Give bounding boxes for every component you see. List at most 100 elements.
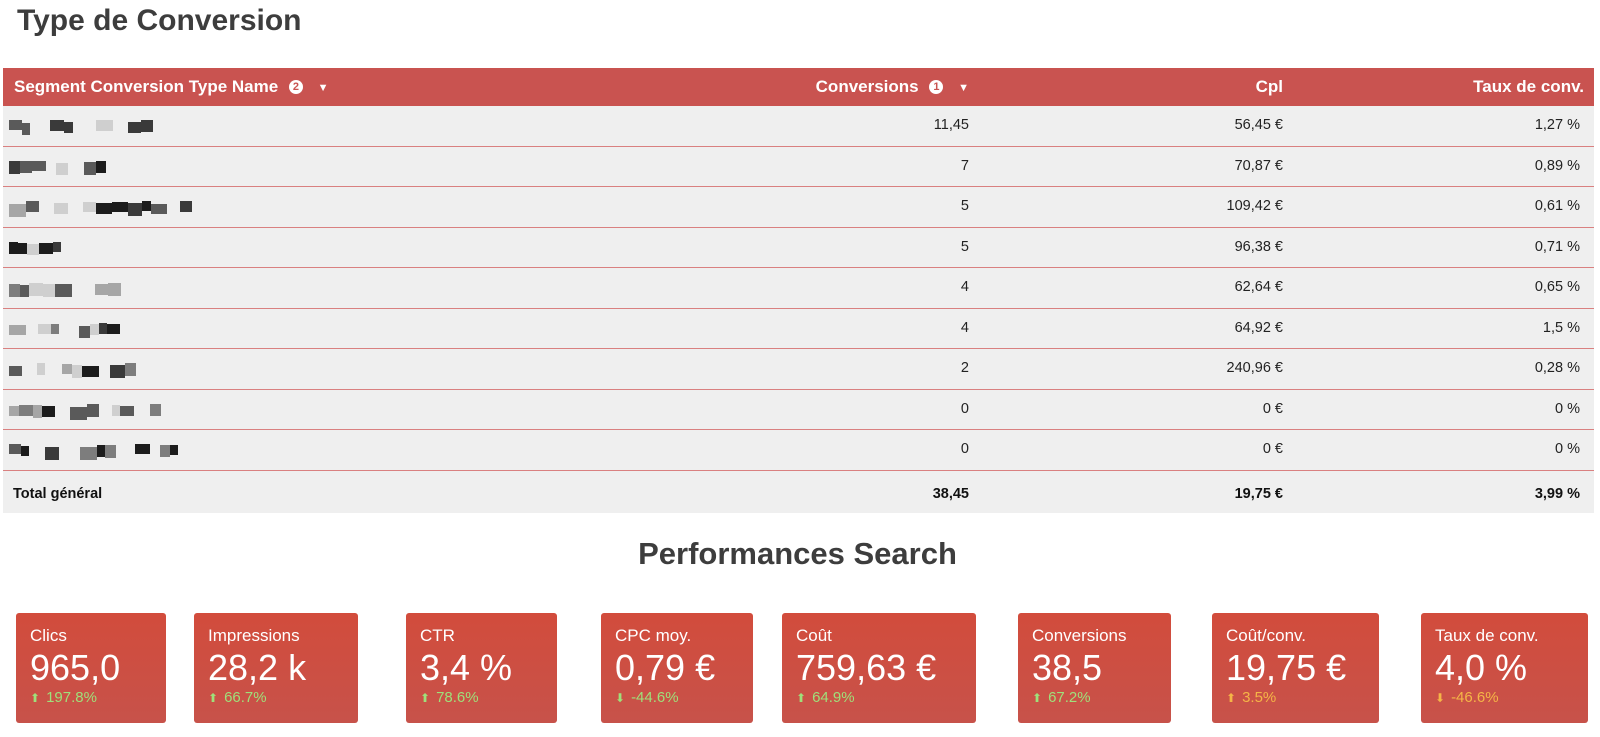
redaction-pixel	[9, 204, 26, 217]
cell-conversions: 5	[960, 238, 969, 255]
redacted-segment-name	[3, 187, 221, 227]
kpi-value: 19,75 €	[1226, 647, 1347, 688]
column-header-conversion-rate[interactable]: Taux de conv.	[1473, 68, 1584, 106]
column-header-cpl[interactable]: Cpl	[1256, 68, 1283, 106]
table-body: 11,45 56,45 € 1,27 % 7 70,87 € 0,89 % 5 …	[3, 106, 1594, 471]
redaction-pixel	[9, 284, 20, 297]
section-title-performances-search: Performances Search	[638, 536, 957, 571]
redaction-pixel	[55, 284, 72, 297]
cell-cpl: 240,96 €	[1226, 360, 1283, 376]
cell-cpl: 109,42 €	[1226, 198, 1283, 214]
kpi-delta: ⬆ 66.7%	[208, 689, 267, 706]
trend-arrow-icon: ⬆	[796, 691, 807, 705]
kpi-card-cout-conv[interactable]: Coût/conv. 19,75 € ⬆ 3.5%	[1212, 613, 1379, 723]
kpi-card-conversions[interactable]: Conversions 38,5 ⬆ 67.2%	[1018, 613, 1171, 723]
redaction-pixel	[160, 445, 170, 457]
kpi-label: Taux de conv.	[1435, 626, 1539, 645]
kpi-label: Coût	[796, 626, 832, 645]
kpi-delta-value: 78.6%	[436, 689, 479, 706]
cell-cpl: 0 €	[1262, 441, 1283, 457]
redaction-pixel	[56, 162, 68, 175]
redaction-pixel	[108, 283, 121, 296]
redacted-segment-name	[3, 309, 221, 349]
cell-conversions: 0	[960, 400, 969, 417]
sort-priority-badge: 2	[288, 79, 303, 94]
cell-conversion-rate: 1,5 %	[1542, 319, 1580, 336]
redaction-pixel	[39, 242, 53, 254]
redaction-pixel	[125, 363, 136, 376]
redaction-pixel	[18, 242, 27, 254]
redaction-pixel	[95, 284, 108, 295]
redaction-pixel	[43, 284, 55, 297]
redaction-pixel	[141, 120, 153, 132]
cell-cpl: 56,45 €	[1234, 117, 1283, 133]
kpi-delta: ⬆ 64.9%	[796, 689, 855, 706]
table-row[interactable]: 2 240,96 € 0,28 %	[3, 349, 1594, 390]
total-conversion-rate: 3,99 %	[1534, 485, 1580, 502]
redaction-pixel	[96, 120, 113, 131]
table-row[interactable]: 4 64,92 € 1,5 %	[3, 309, 1594, 349]
redaction-pixel	[33, 404, 42, 418]
cell-conversion-rate: 0 %	[1555, 441, 1580, 457]
cell-cpl: 0 €	[1262, 400, 1283, 417]
cell-cpl: 96,38 €	[1234, 238, 1283, 255]
redacted-segment-name	[3, 147, 221, 187]
redaction-pixel	[128, 203, 142, 216]
redaction-pixel	[112, 404, 120, 416]
cell-conversions: 5	[960, 198, 969, 214]
trend-arrow-icon: ⬆	[1032, 691, 1043, 705]
redaction-pixel	[83, 202, 96, 212]
kpi-card-taux-de-conv[interactable]: Taux de conv. 4,0 % ⬇ -46.6%	[1421, 613, 1588, 723]
redaction-pixel	[150, 403, 161, 416]
redaction-pixel	[79, 325, 90, 338]
redacted-segment-name	[3, 268, 221, 308]
redaction-pixel	[128, 122, 141, 133]
kpi-label: Conversions	[1032, 626, 1127, 645]
table-header: Segment Conversion Type Name 2 ▼ Convers…	[3, 68, 1594, 106]
kpi-label: CTR	[420, 626, 455, 645]
kpi-card-cpc-moy[interactable]: CPC moy. 0,79 € ⬇ -44.6%	[601, 613, 753, 723]
table-row[interactable]: 11,45 56,45 € 1,27 %	[3, 106, 1594, 147]
table-row[interactable]: 5 109,42 € 0,61 %	[3, 187, 1594, 228]
redaction-pixel	[99, 322, 107, 334]
redaction-pixel	[96, 203, 112, 214]
kpi-card-impressions[interactable]: Impressions 28,2 k ⬆ 66.7%	[194, 613, 358, 723]
redaction-pixel	[9, 444, 21, 454]
column-header-conversions[interactable]: Conversions 1 ▼	[816, 68, 969, 106]
kpi-card-ctr[interactable]: CTR 3,4 % ⬆ 78.6%	[406, 613, 557, 723]
cell-conversion-rate: 0,61 %	[1534, 198, 1580, 214]
kpi-delta-value: 64.9%	[812, 689, 855, 706]
kpi-delta: ⬇ -46.6%	[1435, 689, 1499, 706]
table-row[interactable]: 4 62,64 € 0,65 %	[3, 268, 1594, 309]
table-row[interactable]: 0 0 € 0 %	[3, 430, 1594, 471]
redaction-pixel	[72, 365, 82, 378]
kpi-value: 28,2 k	[208, 647, 307, 688]
sort-caret-down-icon[interactable]: ▼	[318, 69, 329, 107]
table-total-row: Total général 38,45 19,75 € 3,99 %	[3, 471, 1594, 513]
kpi-card-clics[interactable]: Clics 965,0 ⬆ 197.8%	[16, 613, 166, 723]
kpi-label: Clics	[30, 626, 67, 645]
sort-caret-down-icon[interactable]: ▼	[958, 69, 969, 107]
redaction-pixel	[87, 403, 99, 417]
redacted-segment-name	[3, 349, 221, 389]
trend-arrow-icon: ⬆	[208, 691, 219, 705]
sort-priority-badge: 1	[929, 79, 944, 94]
table-row[interactable]: 7 70,87 € 0,89 %	[3, 147, 1594, 187]
redaction-pixel	[64, 122, 73, 133]
table-row[interactable]: 5 96,38 € 0,71 %	[3, 228, 1594, 268]
column-header-segment-name[interactable]: Segment Conversion Type Name 2 ▼	[14, 68, 329, 106]
section-title-conversion-type: Type de Conversion	[17, 4, 302, 37]
table-row[interactable]: 0 0 € 0 %	[3, 390, 1594, 430]
kpi-value: 0,79 €	[615, 647, 716, 688]
cell-conversion-rate: 0,89 %	[1534, 157, 1580, 174]
kpi-value: 4,0 %	[1435, 647, 1528, 688]
kpi-card-cout[interactable]: Coût 759,63 € ⬆ 64.9%	[782, 613, 976, 723]
redaction-pixel	[97, 445, 105, 457]
redaction-pixel	[53, 241, 61, 252]
trend-arrow-icon: ⬆	[1226, 691, 1237, 705]
redaction-pixel	[27, 243, 39, 255]
kpi-delta-value: 3.5%	[1242, 689, 1277, 706]
redaction-pixel	[90, 323, 99, 335]
redaction-pixel	[9, 405, 19, 416]
cell-conversion-rate: 0,28 %	[1534, 360, 1580, 376]
